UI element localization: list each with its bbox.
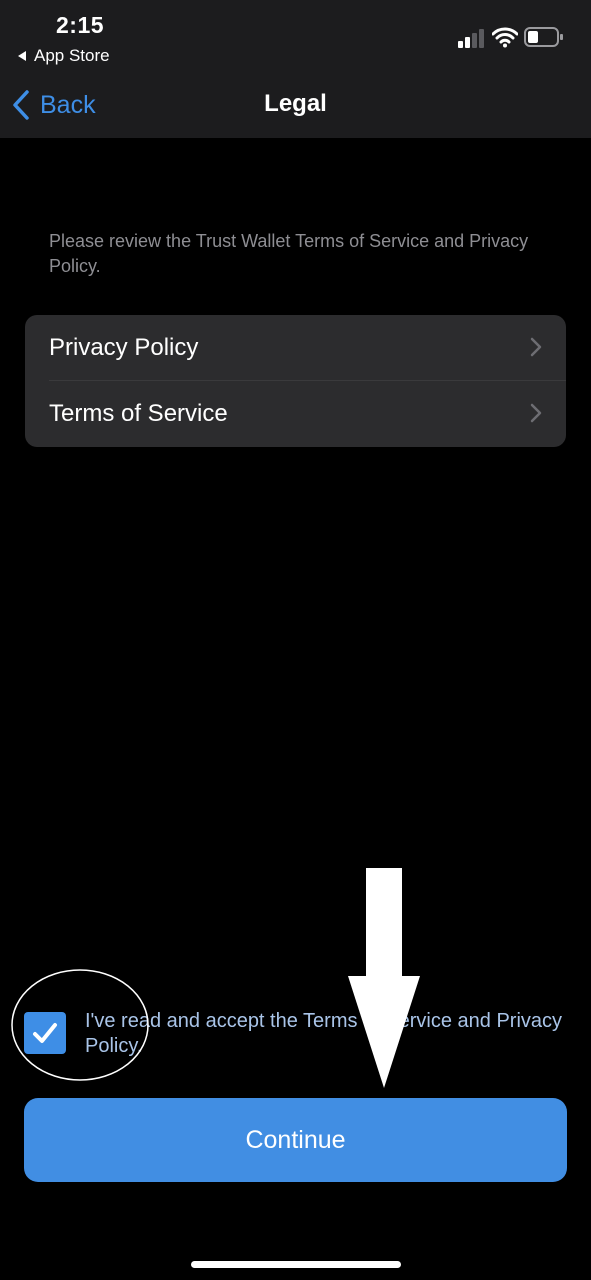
accept-terms-label[interactable]: I've read and accept the Terms of Servic… (85, 1009, 565, 1059)
home-indicator[interactable] (191, 1261, 401, 1268)
wifi-icon (492, 27, 518, 48)
back-to-app-store-link[interactable]: App Store (18, 46, 110, 66)
page-title: Legal (264, 90, 327, 117)
navigation-bar: Back Legal (0, 80, 591, 138)
privacy-policy-label: Privacy Policy (49, 334, 199, 361)
back-triangle-icon (18, 51, 26, 61)
circle-annotation (11, 969, 149, 1081)
status-bar: 2:15 App Store (0, 0, 591, 80)
back-app-label: App Store (34, 46, 110, 65)
down-arrow-annotation (348, 868, 420, 1088)
terms-of-service-label: Terms of Service (49, 400, 228, 427)
status-time: 2:15 (56, 12, 105, 38)
legal-documents-list: Privacy Policy Terms of Service (25, 315, 566, 447)
continue-button[interactable]: Continue (24, 1098, 567, 1182)
terms-of-service-row[interactable]: Terms of Service (25, 381, 566, 447)
chevron-right-icon (530, 337, 542, 357)
battery-icon (524, 27, 563, 47)
intro-text: Please review the Trust Wallet Terms of … (49, 231, 529, 276)
cellular-signal-icon (458, 29, 484, 48)
privacy-policy-row[interactable]: Privacy Policy (25, 315, 566, 381)
chevron-right-icon (530, 403, 542, 423)
